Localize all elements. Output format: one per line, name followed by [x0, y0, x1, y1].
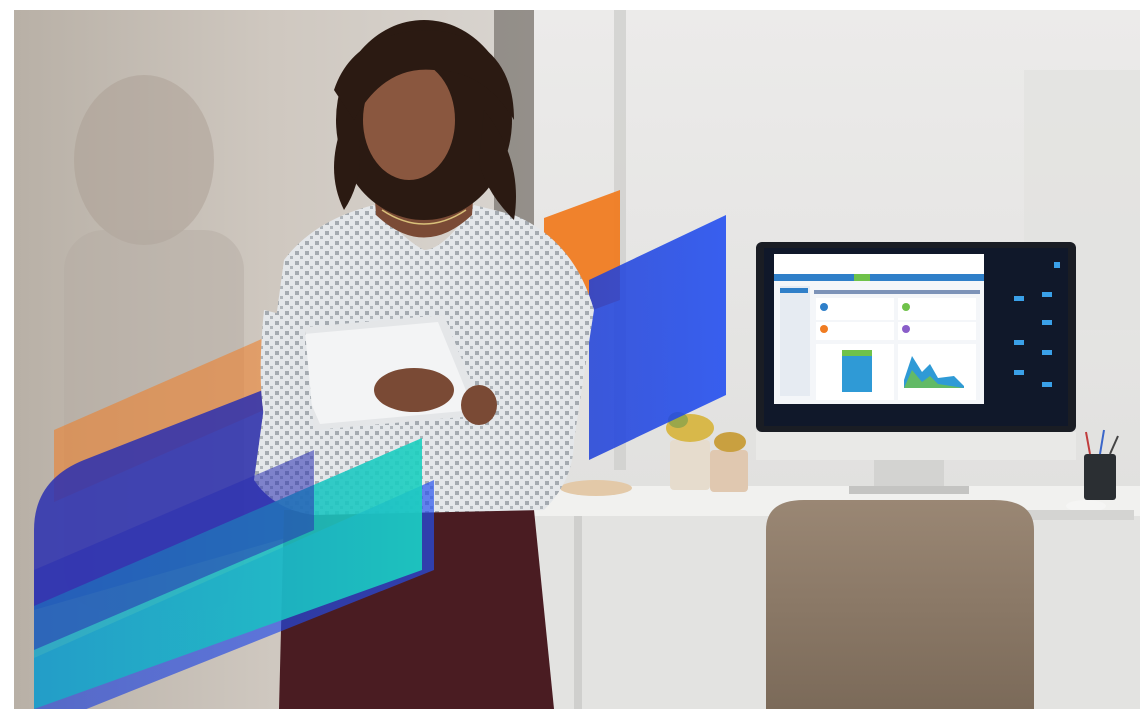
- chair-icon: [766, 500, 1034, 709]
- photo-frame: [14, 10, 1140, 709]
- monitor-app-window: [774, 254, 984, 404]
